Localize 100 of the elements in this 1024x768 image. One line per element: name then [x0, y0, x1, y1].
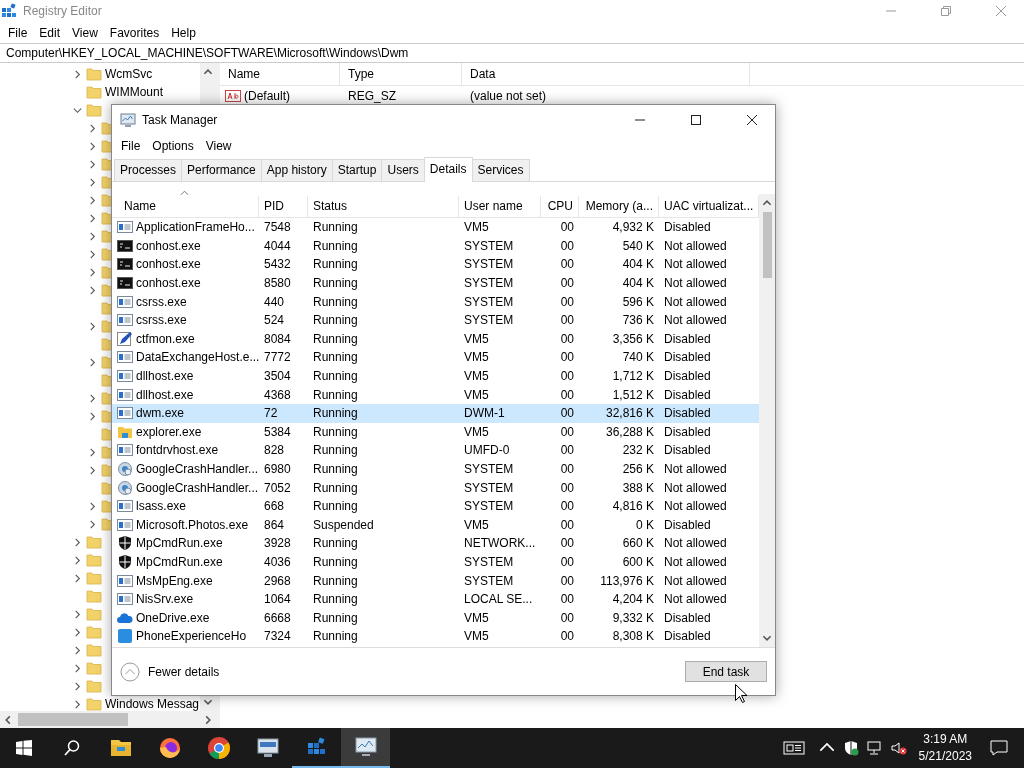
- maximize-icon[interactable]: [691, 115, 701, 125]
- process-row[interactable]: GoogleCrashHandler... 7052 Running SYSTEM 00 388 K Not allowed: [112, 478, 759, 497]
- table-cell-text: 00: [559, 461, 575, 478]
- process-row[interactable]: ctfmon.exe 8084 Running VM5 00 3,356 K Disabled: [112, 329, 759, 349]
- process-row[interactable]: lsass.exe 668 Running SYSTEM 00 4,816 K Not allowed: [112, 496, 759, 516]
- shield-icon[interactable]: [842, 740, 859, 756]
- table-cell-text: REG_SZ: [347, 89, 397, 103]
- process-row[interactable]: Microsoft.Photos.exe 864 Suspended VM5 00 0 K Disabled: [112, 515, 759, 535]
- chrome-icon: [206, 736, 231, 760]
- menu-item[interactable]: Favorites: [103, 25, 166, 40]
- column-header[interactable]: PID: [259, 196, 308, 217]
- chevron-right-icon[interactable]: [88, 357, 97, 367]
- tab[interactable]: Details: [423, 157, 473, 182]
- network-icon[interactable]: [866, 740, 883, 756]
- tab[interactable]: Startup: [331, 159, 383, 181]
- table-cell-text: Disabled: [663, 386, 712, 404]
- process-row[interactable]: MpCmdRun.exe 3928 Running NETWORK... 00 660 K Not allowed: [112, 534, 759, 553]
- process-row[interactable]: csrss.exe 440 Running SYSTEM 00 596 K Not allowed: [112, 292, 759, 311]
- column-header[interactable]: Type: [340, 63, 462, 85]
- sort-caret-icon[interactable]: [180, 190, 189, 196]
- menu-item[interactable]: File: [115, 139, 147, 153]
- column-header[interactable]: Status: [308, 196, 459, 217]
- tree-item[interactable]: Windows Messag: [105, 697, 200, 711]
- table-cell-text: Running: [312, 479, 359, 497]
- tree-item[interactable]: WIMMount: [105, 85, 163, 99]
- table-cell-text: Not allowed: [663, 461, 728, 478]
- process-row[interactable]: dwm.exe 72 Running DWM-1 00 32,816 K Disabled: [112, 403, 759, 423]
- app-window-icon: [117, 386, 133, 403]
- column-header[interactable]: Data: [462, 63, 750, 85]
- table-cell-text: 5432: [263, 256, 292, 274]
- column-header[interactable]: Name: [112, 196, 259, 217]
- process-row[interactable]: GoogleCrashHandler... 6980 Running SYSTEM 00 256 K Not allowed: [112, 459, 759, 479]
- table-cell: fontdrvhost.exe: [136, 443, 219, 458]
- table-cell: dwm.exe: [136, 406, 185, 421]
- muted-speaker-icon[interactable]: [890, 740, 907, 756]
- app-window-icon: [117, 442, 133, 459]
- process-row[interactable]: csrss.exe 524 Running SYSTEM 00 736 K Not allowed: [112, 310, 759, 330]
- menu-item[interactable]: View: [199, 139, 238, 153]
- folder-icon: [86, 588, 102, 604]
- tab[interactable]: Users: [381, 159, 425, 181]
- tab[interactable]: App history: [260, 159, 333, 181]
- chevron-right-icon[interactable]: [88, 321, 97, 331]
- table-cell-text: VM5: [463, 219, 490, 237]
- clock-date[interactable]: 5/21/2023: [918, 748, 972, 765]
- tab[interactable]: Processes: [114, 159, 183, 181]
- column-header[interactable]: Name: [220, 63, 340, 85]
- table-cell-text: Not allowed: [663, 498, 728, 516]
- column-header[interactable]: CPU: [541, 196, 579, 217]
- table-cell-text: Disabled: [663, 516, 712, 534]
- scrollbar[interactable]: [0, 711, 216, 728]
- clock-time[interactable]: 3:19 AM: [923, 731, 968, 748]
- process-row[interactable]: dllhost.exe 4368 Running VM5 00 1,512 K Disabled: [112, 385, 759, 404]
- monitor-icon: [120, 112, 136, 128]
- table-cell: (Default): [244, 89, 290, 103]
- process-row[interactable]: MsMpEng.exe 2968 Running SYSTEM 00 113,976 K Not allowed: [112, 571, 759, 590]
- taskbar-app-button[interactable]: [341, 728, 390, 768]
- news-icon[interactable]: [782, 740, 805, 756]
- process-row[interactable]: OneDrive.exe 6668 Running VM5 00 9,332 K Disabled: [112, 608, 759, 628]
- tab[interactable]: Performance: [181, 159, 262, 181]
- table-cell-text: Running: [312, 275, 359, 293]
- process-row[interactable]: dllhost.exe 3504 Running VM5 00 1,712 K Disabled: [112, 366, 759, 386]
- menu-item[interactable]: Edit: [33, 25, 67, 40]
- process-row[interactable]: fontdrvhost.exe 828 Running UMFD-0 00 232 K Disabled: [112, 441, 759, 460]
- scrollbar[interactable]: [759, 194, 775, 647]
- scrollbar-thumb[interactable]: [762, 212, 772, 278]
- tab[interactable]: Services: [471, 159, 530, 181]
- process-row[interactable]: NisSrv.exe 1064 Running LOCAL SE... 00 4,204 K Not allowed: [112, 589, 759, 609]
- table-cell-text: 00: [559, 275, 575, 293]
- process-row[interactable]: conhost.exe 8580 Running SYSTEM 00 404 K Not allowed: [112, 273, 759, 293]
- notification-icon[interactable]: [990, 740, 1008, 756]
- table-cell: dllhost.exe: [136, 369, 194, 384]
- table-cell-text: 4,816 K: [611, 498, 655, 516]
- address-bar[interactable]: Computer\HKEY_LOCAL_MACHINE\SOFTWARE\Microsoft\Windows\Dwm: [0, 43, 1024, 63]
- process-row[interactable]: MpCmdRun.exe 4036 Running SYSTEM 00 600 K Not allowed: [112, 552, 759, 572]
- tree-item[interactable]: WcmSvc: [105, 67, 153, 81]
- chevron-right-icon[interactable]: [73, 69, 82, 79]
- process-row[interactable]: ApplicationFrameHo... 7548 Running VM5 00 4,932 K Disabled: [112, 218, 759, 237]
- table-cell-text: 00: [559, 368, 575, 386]
- table-cell-text: Disabled: [663, 349, 712, 367]
- process-row[interactable]: conhost.exe 5432 Running SYSTEM 00 404 K Not allowed: [112, 255, 759, 274]
- restore-icon[interactable]: [941, 6, 951, 16]
- table-cell-text: 1,712 K: [611, 368, 655, 386]
- process-row[interactable]: conhost.exe 4044 Running SYSTEM 00 540 K Not allowed: [112, 236, 759, 256]
- table-cell-text: 600 K: [621, 554, 655, 571]
- process-row[interactable]: explorer.exe 5384 Running VM5 00 36,288 K Disabled: [112, 422, 759, 442]
- end-task-button[interactable]: End task: [685, 661, 767, 682]
- close-icon[interactable]: [747, 115, 757, 125]
- menu-item[interactable]: Help: [165, 25, 202, 40]
- fewer-details-link[interactable]: Fewer details: [148, 664, 220, 679]
- column-header[interactable]: Memory (a...: [579, 196, 659, 217]
- process-row[interactable]: PhoneExperienceHo 7324 Running VM5 00 8,308 K Disabled: [112, 627, 759, 646]
- menu-item[interactable]: View: [66, 25, 104, 40]
- chevron-down-icon[interactable]: [73, 105, 82, 115]
- column-header[interactable]: User name: [459, 196, 541, 217]
- table-cell-text: Running: [312, 256, 359, 274]
- menu-item[interactable]: Options: [146, 139, 200, 153]
- process-row[interactable]: DataExchangeHost.e... 7772 Running VM5 00 740 K Disabled: [112, 348, 759, 367]
- table-cell-text: VM5: [463, 516, 490, 534]
- menu-item[interactable]: File: [2, 25, 34, 40]
- table-cell-text: 540 K: [621, 237, 655, 255]
